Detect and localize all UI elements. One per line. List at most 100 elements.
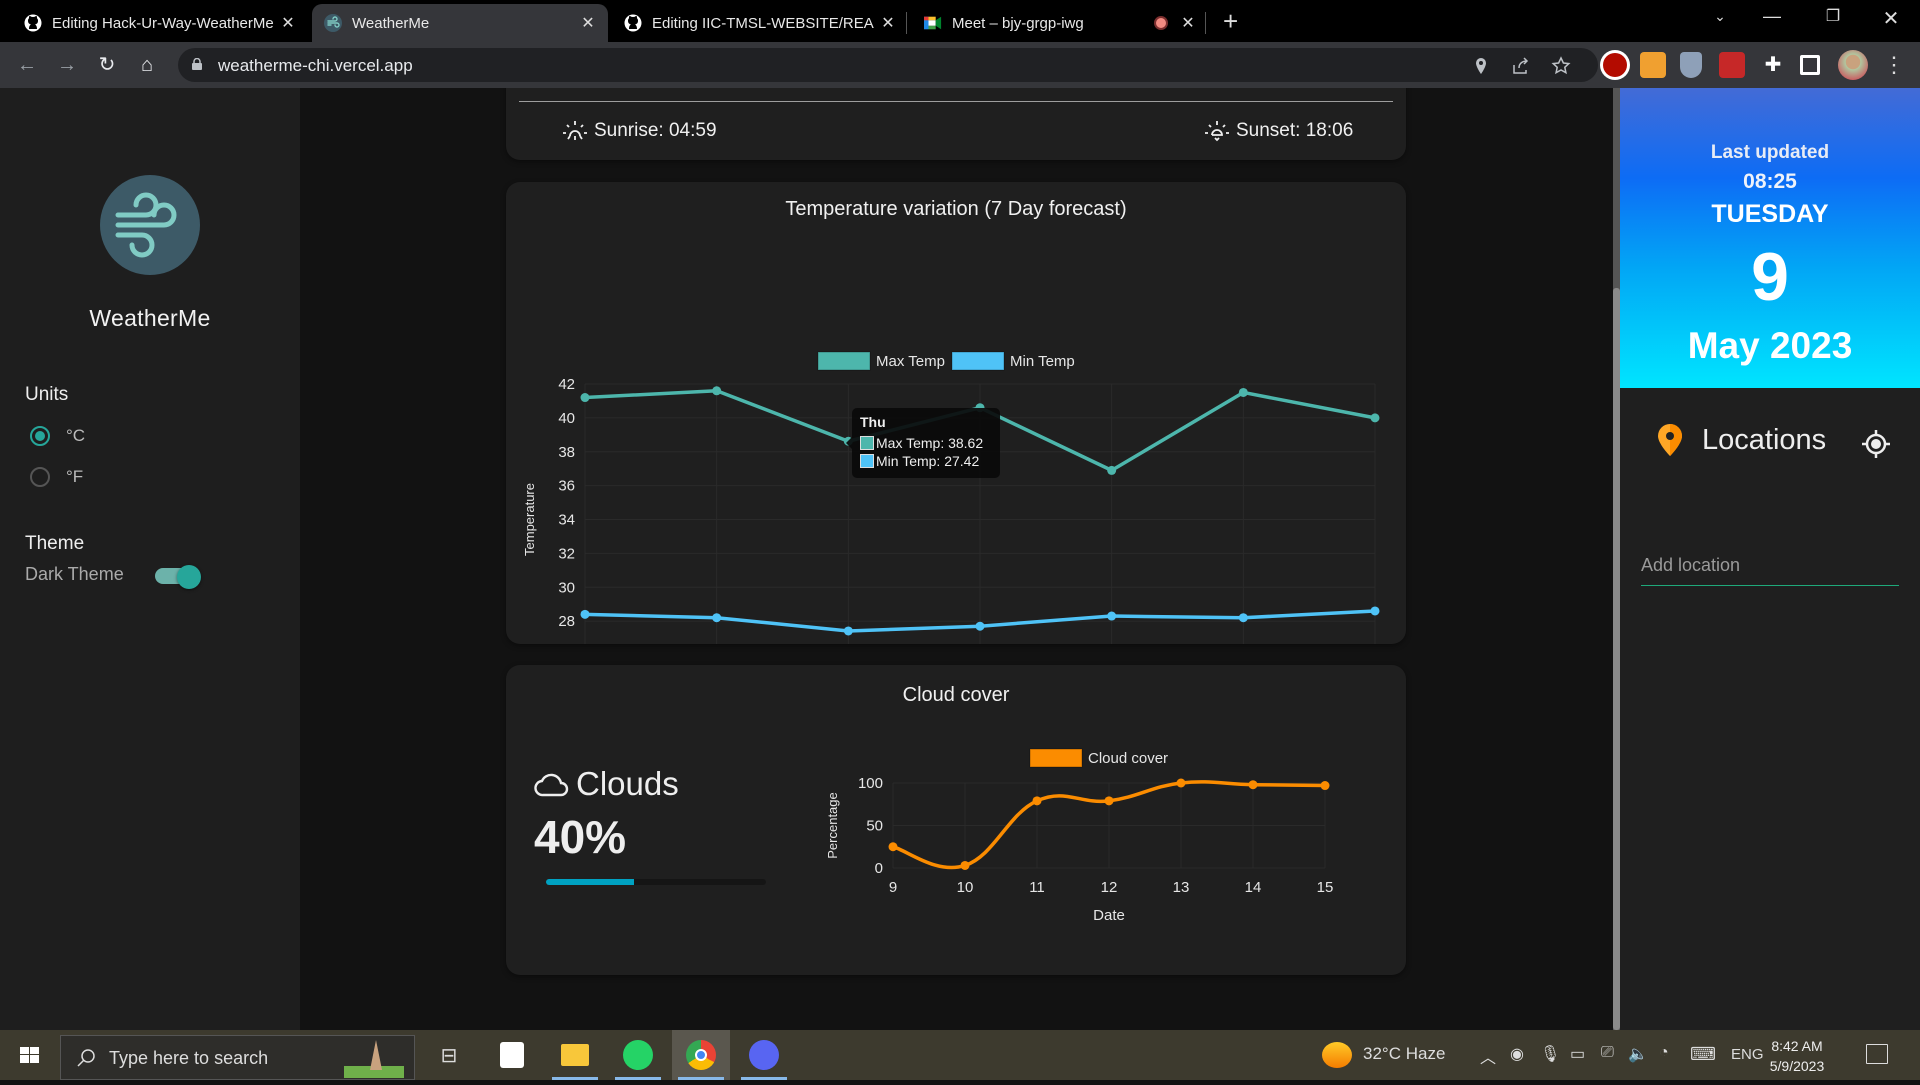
shield-extension-icon[interactable]: [1680, 52, 1702, 78]
data-point: [960, 860, 970, 870]
microsoft-store-icon: [500, 1042, 524, 1068]
minimize-button[interactable]: —: [1752, 6, 1792, 27]
show-hidden-icons[interactable]: ︿: [1480, 1044, 1496, 1068]
date-panel: Last updated 08:25 TUESDAY 9 May 2023: [1620, 88, 1920, 388]
taskbar-weather[interactable]: 32°C Haze: [1363, 1044, 1445, 1064]
data-point: [712, 386, 722, 396]
url-text[interactable]: weatherme-chi.vercel.app: [218, 56, 413, 76]
forward-button[interactable]: →: [54, 52, 80, 78]
data-point: [843, 626, 853, 636]
close-tab-icon[interactable]: ✕: [280, 13, 296, 33]
browser-menu-icon[interactable]: ⋮: [1883, 52, 1905, 78]
task-view-button[interactable]: ⊟: [420, 1030, 478, 1080]
data-point: [580, 609, 590, 619]
data-point: [1176, 778, 1186, 788]
reload-button[interactable]: ↻: [94, 52, 120, 78]
legend-swatch: [817, 351, 871, 371]
cloud-cover-chart[interactable]: 100 50 09 10 11 12 13 14 15 Percentage Date Cloud c…: [506, 665, 1406, 975]
taskbar-discord[interactable]: [735, 1030, 793, 1080]
github-icon: [624, 14, 642, 32]
current-location-button[interactable]: [1860, 428, 1892, 460]
discord-icon: [749, 1040, 779, 1070]
tab-github-iic[interactable]: Editing IIC-TMSL-WEBSITE/READ ✕: [612, 4, 908, 42]
tab-strip: Editing Hack-Ur-Way-WeatherMe ✕ WeatherM…: [0, 0, 1920, 42]
taskbar-whatsapp[interactable]: [609, 1030, 667, 1080]
x-tick-label: 13: [1173, 879, 1190, 896]
cloud-cover-card: Cloud cover Clouds 40% 100 50 0 9 10 11 12 13 14…: [506, 665, 1406, 975]
side-panel-icon[interactable]: [1800, 55, 1820, 75]
taskbar-search[interactable]: Type here to search: [60, 1035, 415, 1080]
taskbar-clock[interactable]: 8:42 AM 5/9/2023: [1762, 1036, 1832, 1076]
address-bar[interactable]: weatherme-chi.vercel.app: [178, 48, 1598, 82]
battery-icon[interactable]: ▭: [1570, 1044, 1585, 1064]
right-panel: Last updated 08:25 TUESDAY 9 May 2023 Lo…: [1620, 88, 1920, 1030]
location-pin-icon[interactable]: [1471, 56, 1491, 76]
sunset-icon: [1205, 121, 1229, 142]
tab-title: Meet – bjy-grgp-iwg: [952, 14, 1084, 32]
fast-forward-extension-icon[interactable]: [1719, 52, 1745, 78]
volume-icon[interactable]: 🔈: [1628, 1044, 1648, 1064]
y-tick-label: 100: [858, 775, 883, 792]
back-button[interactable]: ←: [14, 52, 40, 78]
y-tick-label: 30: [558, 579, 575, 596]
restore-button[interactable]: ❐: [1813, 6, 1853, 26]
bookmark-star-icon[interactable]: [1551, 56, 1571, 76]
folder-icon: [561, 1044, 589, 1066]
day-number: 9: [1751, 239, 1789, 315]
wind-icon: [324, 14, 342, 32]
y-tick-label: 40: [558, 410, 575, 427]
scrollbar-thumb[interactable]: [1613, 288, 1620, 1030]
share-icon[interactable]: [1511, 56, 1531, 76]
tab-github-weatherme[interactable]: Editing Hack-Ur-Way-WeatherMe ✕: [12, 4, 308, 42]
radio-celsius[interactable]: [30, 426, 50, 446]
tab-separator: [906, 12, 907, 34]
x-tick-label: 11: [1029, 879, 1045, 896]
add-location-input[interactable]: [1641, 546, 1899, 586]
unit-label: °F: [66, 467, 84, 486]
taskbar-microsoft-store[interactable]: [483, 1030, 541, 1080]
new-tab-button[interactable]: +: [1223, 8, 1238, 34]
taskbar-chrome[interactable]: [672, 1030, 730, 1080]
radio-fahrenheit[interactable]: [30, 467, 50, 487]
close-tab-icon[interactable]: ✕: [880, 13, 896, 33]
start-button[interactable]: [0, 1030, 60, 1080]
camera-icon[interactable]: ⎚: [1601, 1044, 1614, 1062]
data-point: [1238, 613, 1248, 623]
taskbar-file-explorer[interactable]: [546, 1030, 604, 1080]
unit-option-celsius[interactable]: °C: [30, 426, 85, 446]
data-point: [580, 393, 590, 403]
tooltip-text: Min Temp: 27.42: [876, 453, 980, 469]
unit-option-fahrenheit[interactable]: °F: [30, 467, 83, 487]
input-language[interactable]: ENG: [1731, 1046, 1764, 1063]
x-tick-label: 15: [1317, 879, 1334, 896]
dark-theme-toggle[interactable]: [155, 565, 201, 589]
tab-search-icon[interactable]: ⌄: [1700, 8, 1740, 25]
data-point: [1320, 781, 1330, 791]
close-window-button[interactable]: ✕: [1871, 6, 1911, 31]
close-tab-icon[interactable]: ✕: [1180, 13, 1196, 33]
orange-extension-icon[interactable]: [1640, 52, 1666, 78]
page-scrollbar[interactable]: [1613, 88, 1620, 1030]
profile-avatar[interactable]: [1838, 50, 1868, 80]
toggle-knob[interactable]: [177, 565, 201, 589]
location-pin-icon: [1658, 424, 1682, 456]
theme-label: Theme: [25, 533, 85, 554]
notifications-icon[interactable]: [1866, 1044, 1888, 1064]
dark-theme-label: Dark Theme: [25, 564, 124, 584]
legend-swatch: [1029, 748, 1083, 768]
x-tick-label: 10: [957, 879, 974, 896]
adobe-acrobat-extension-icon[interactable]: [1600, 50, 1630, 80]
extensions-puzzle-icon[interactable]: ✚: [1760, 52, 1786, 78]
tab-google-meet[interactable]: Meet – bjy-grgp-iwg ✕: [912, 4, 1208, 42]
sun-times-card: Sunrise: 04:59 Sunset: 18:06: [506, 88, 1406, 160]
keyboard-icon[interactable]: ⌨: [1690, 1044, 1716, 1065]
microphone-icon[interactable]: 🎙: [1540, 1044, 1560, 1064]
tab-weatherme[interactable]: WeatherMe ✕: [312, 4, 608, 42]
home-button[interactable]: ⌂: [134, 52, 160, 78]
wifi-icon[interactable]: ◔: [1659, 1044, 1669, 1062]
close-tab-icon[interactable]: ✕: [580, 13, 596, 33]
sunrise-text: Sunrise: 04:59: [594, 120, 717, 141]
weather-haze-icon[interactable]: [1322, 1042, 1352, 1068]
tab-title: Editing Hack-Ur-Way-WeatherMe: [52, 14, 274, 32]
record-icon[interactable]: ◉: [1510, 1044, 1524, 1064]
